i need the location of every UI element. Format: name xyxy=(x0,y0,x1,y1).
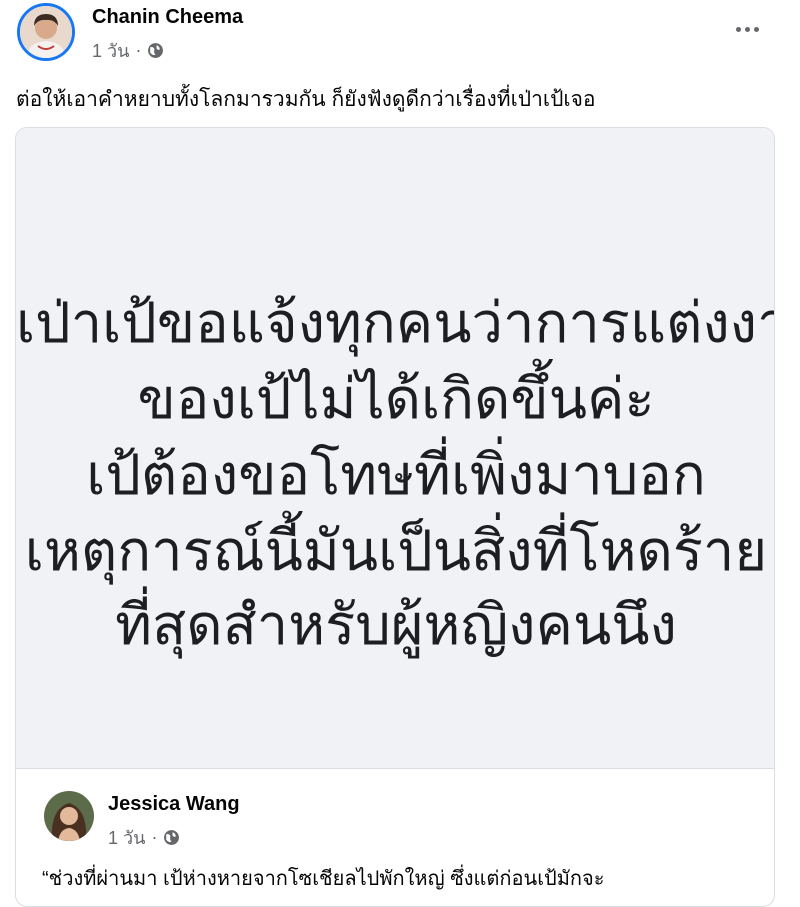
meta-separator: · xyxy=(135,40,142,60)
meta-separator: · xyxy=(151,827,158,847)
post-time[interactable]: 1 วัน xyxy=(92,36,129,65)
author-name[interactable]: Chanin Cheema xyxy=(92,6,243,29)
shared-post-meta: 1 วัน · xyxy=(108,823,180,852)
statement-line: เหตุการณ์นี้มันเป็นสิ่งที่โหดร้าย xyxy=(24,519,768,584)
more-options-button[interactable] xyxy=(728,14,766,44)
card-divider xyxy=(16,768,774,769)
shared-post-body: “ช่วงที่ผ่านมา เป้ห่างหายจากโซเชียลไปพัก… xyxy=(42,868,605,890)
statement-line: ของเป้ไม่ได้เกิดขึ้นค่ะ xyxy=(137,367,655,432)
globe-icon[interactable] xyxy=(163,829,180,846)
shared-post-time[interactable]: 1 วัน xyxy=(108,823,145,852)
more-dot xyxy=(753,26,759,32)
statement-line: ที่สุดสำหรับผู้หญิงคนนึง xyxy=(115,593,677,658)
more-horizontal-icon xyxy=(735,26,741,32)
statement-image[interactable]: เป่าเป้ขอแจ้งทุกคนว่าการแต่งงาน ของเป้ไม… xyxy=(16,128,775,768)
shared-post-card[interactable]: เป่าเป้ขอแจ้งทุกคนว่าการแต่งงาน ของเป้ไม… xyxy=(15,127,775,907)
post-header: Chanin Cheema 1 วัน · xyxy=(0,0,800,70)
post-caption: ต่อให้เอาคำหยาบทั้งโลกมารวมกัน ก็ยังฟังด… xyxy=(16,88,596,111)
more-dot xyxy=(744,26,750,32)
statement-line: เป่าเป้ขอแจ้งทุกคนว่าการแต่งงาน xyxy=(16,291,775,356)
author-avatar[interactable] xyxy=(17,3,75,61)
post-meta: 1 วัน · xyxy=(92,36,164,65)
globe-icon[interactable] xyxy=(147,42,164,59)
statement-line: เป้ต้องขอโทษที่เพิ่งมาบอก xyxy=(86,443,706,508)
shared-author-avatar[interactable] xyxy=(44,791,94,841)
shared-author-name[interactable]: Jessica Wang xyxy=(108,793,240,816)
